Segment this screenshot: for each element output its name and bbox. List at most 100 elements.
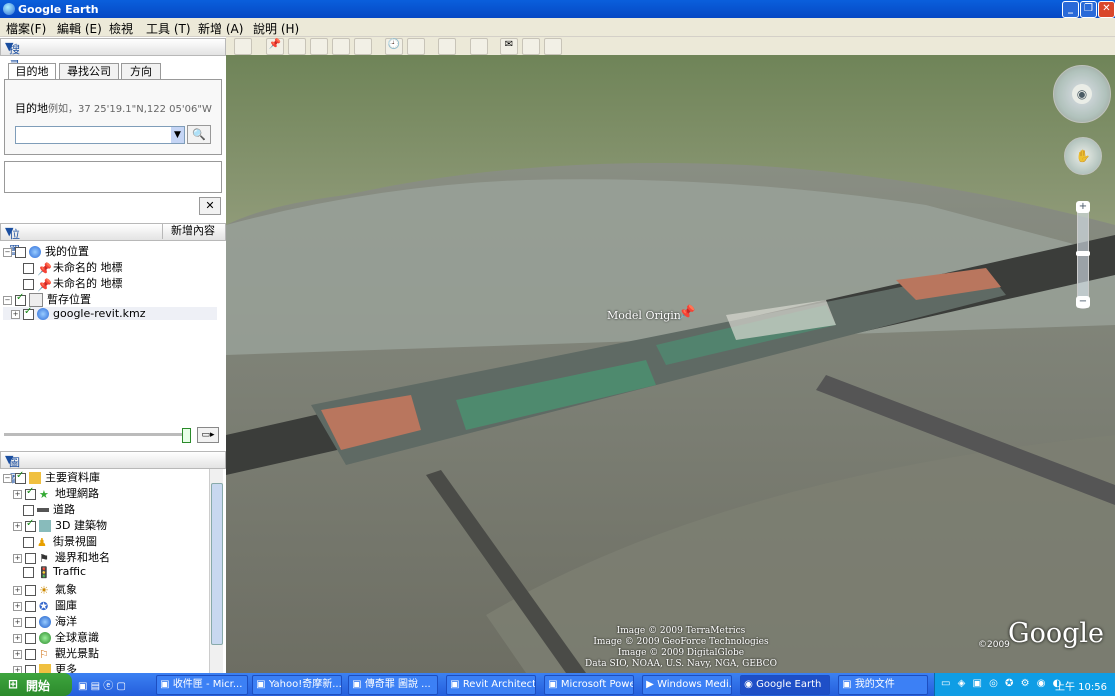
menu-edit[interactable]: 編輯 (E) [57, 20, 102, 37]
layer-places-of-interest[interactable]: + ⚐ 觀光景點 [13, 645, 99, 661]
window-title: Google Earth [18, 3, 99, 16]
pushpin-icon[interactable]: 📌 [678, 305, 695, 321]
layers-scrollbar[interactable] [209, 469, 223, 673]
task-document[interactable]: ▣ 傳奇罪 圖說 ... [348, 675, 438, 695]
zoom-out-button[interactable]: − [1076, 296, 1090, 308]
search-button[interactable]: 🔍 [187, 125, 211, 144]
layer-more[interactable]: + 更多 [13, 661, 77, 673]
task-outlook[interactable]: ▣ 收件匣 - Micr... [156, 675, 248, 695]
layers-tree: −主要資料庫 +★地理網路 道路 +3D 建築物 ♟街景視圖 +⚑邊界和地名 🚦… [0, 469, 224, 673]
task-yahoo[interactable]: ▣ Yahoo!奇摩新... [252, 675, 342, 695]
opacity-slider-handle[interactable] [182, 428, 191, 443]
ie-icon[interactable]: ⓔ [103, 681, 113, 692]
ruler-button[interactable] [470, 38, 488, 55]
task-google-earth[interactable]: ◉ Google Earth [740, 675, 830, 695]
layer-geographic-web[interactable]: +★地理網路 [13, 485, 99, 501]
task-my-documents[interactable]: ▣ 我的文件 [838, 675, 928, 695]
title-bar: Google Earth _ ❐ ✕ [0, 0, 1115, 18]
layer-gallery[interactable]: + ✪ 圖庫 [13, 597, 77, 613]
tree-item-temporary-places[interactable]: −暫存位置 [3, 291, 91, 307]
menu-file[interactable]: 檔案(F) [6, 20, 46, 37]
polygon-button[interactable] [288, 38, 306, 55]
ocean-icon [39, 616, 51, 628]
layer-weather[interactable]: + ☀ 氣象 [13, 581, 77, 597]
outlook-icon[interactable]: ▣ [78, 681, 87, 692]
layer-3d-buildings[interactable]: +3D 建築物 [13, 517, 107, 533]
layer-roads[interactable]: 道路 [23, 501, 75, 517]
tree-item-placemark-1[interactable]: 📌未命名的 地標 [23, 259, 123, 276]
image-overlay-button[interactable] [332, 38, 350, 55]
layers-panel-header[interactable]: ▼ 圖層 [0, 451, 226, 485]
clock[interactable]: 上午 10:56 [1055, 678, 1107, 693]
tree-item-placemark-2[interactable]: 📌未命名的 地標 [23, 275, 123, 292]
desktop-icon[interactable]: ▢ [116, 681, 125, 692]
layer-primary-database[interactable]: −主要資料庫 [3, 469, 100, 485]
layers-stack-icon [29, 472, 41, 484]
layer-street-view[interactable]: ♟ 街景視圖 [23, 533, 97, 549]
placemark-button[interactable]: 📌 [266, 38, 284, 55]
clear-search-button[interactable]: ✕ [199, 197, 221, 215]
search-prompt: 目的地例如，37 25'19.1"N,122 05'06"W [15, 100, 212, 116]
building-icon [39, 520, 51, 532]
layer-global-awareness[interactable]: + 全球意識 [13, 629, 99, 645]
tray-icons[interactable]: ▭ ◈ ▣ ◎ ✪ ⚙ ◉ ◐ [941, 678, 1063, 689]
layer-ocean[interactable]: + 海洋 [13, 613, 77, 629]
planets-button[interactable] [438, 38, 456, 55]
placemark-label[interactable]: Model Origin [607, 309, 681, 322]
layer-traffic[interactable]: 🚦 Traffic [23, 565, 86, 579]
scrollbar-thumb[interactable] [211, 483, 223, 645]
start-button[interactable]: ⊞ 開始 [0, 673, 72, 696]
menu-help[interactable]: 說明 (H) [253, 20, 299, 37]
sidebar-toggle-button[interactable] [234, 38, 252, 55]
system-tray: ▭ ◈ ▣ ◎ ✪ ⚙ ◉ ◐ 上午 10:56 [934, 673, 1115, 696]
google-logo: Google [1008, 618, 1104, 649]
search-label: 目的地 [15, 102, 48, 115]
taskbar: ⊞ 開始 ▣ ▤ ⓔ ▢ ▣ 收件匣 - Micr... ▣ Yahoo!奇摩新… [0, 673, 1115, 696]
poi-flag-icon: ⚐ [39, 648, 49, 661]
zoom-slider-handle[interactable] [1076, 251, 1090, 256]
historical-imagery-button[interactable]: 🕘 [385, 38, 403, 55]
layer-borders-labels[interactable]: + ⚑ 邊界和地名 [13, 549, 110, 565]
zoom-slider[interactable]: + − [1076, 201, 1090, 309]
quick-launch: ▣ ▤ ⓔ ▢ [78, 677, 150, 693]
task-revit[interactable]: ▣ Revit Architect... [446, 675, 536, 695]
restore-button[interactable]: ❐ [1080, 1, 1097, 18]
dropdown-arrow-icon[interactable]: ▼ [171, 127, 184, 143]
pushpin-icon: 📌 [37, 278, 52, 292]
road-icon [37, 508, 49, 512]
email-button[interactable]: ✉ [500, 38, 518, 55]
move-navigation-ring[interactable]: ✋ [1064, 137, 1102, 175]
close-button[interactable]: ✕ [1098, 1, 1115, 18]
search-hint: 例如，37 25'19.1"N,122 05'06"W [48, 104, 212, 115]
minimize-button[interactable]: _ [1062, 1, 1079, 18]
tree-item-kmz[interactable]: +google-revit.kmz [3, 306, 217, 320]
path-button[interactable] [310, 38, 328, 55]
record-tour-button[interactable] [354, 38, 372, 55]
opacity-slider[interactable] [4, 433, 184, 436]
tree-item-my-places[interactable]: − 我的位置 [3, 243, 89, 259]
google-earth-icon [3, 3, 15, 15]
hand-icon: ✋ [1075, 149, 1091, 163]
menu-add[interactable]: 新增 (A) [198, 20, 243, 37]
menu-view[interactable]: 檢視 [109, 20, 133, 37]
zoom-in-button[interactable]: + [1076, 201, 1090, 213]
add-content-button[interactable]: 新增內容 [162, 223, 223, 239]
print-button[interactable] [522, 38, 540, 55]
word-icon[interactable]: ▤ [91, 681, 100, 692]
flag-icon: ⚑ [39, 552, 49, 565]
task-media-player[interactable]: ▶ Windows Medi... [642, 675, 732, 695]
google-maps-button[interactable] [544, 38, 562, 55]
task-powerpoint[interactable]: ▣ Microsoft Powe... [544, 675, 634, 695]
globe-icon [39, 632, 51, 644]
tour-button[interactable]: ▭▸ [197, 427, 219, 443]
windows-logo-icon: ⊞ [8, 677, 19, 691]
look-navigation-ring[interactable]: ◉ [1053, 65, 1111, 123]
search-box: 目的地例如，37 25'19.1"N,122 05'06"W ▼ 🔍 [4, 79, 222, 155]
sunlight-button[interactable] [407, 38, 425, 55]
imagery-attribution: Image © 2009 TerraMetrics Image © 2009 G… [585, 626, 777, 669]
menu-tools[interactable]: 工具 (T) [146, 20, 191, 37]
earth-3d-view[interactable]: Model Origin 📌 ◉ ✋ + − Image © 2009 Terr… [226, 55, 1115, 673]
search-panel-header[interactable]: ▼ 搜尋 [0, 38, 226, 72]
search-input[interactable]: ▼ [15, 126, 185, 144]
copyright-year: ©2009 [978, 640, 1010, 650]
